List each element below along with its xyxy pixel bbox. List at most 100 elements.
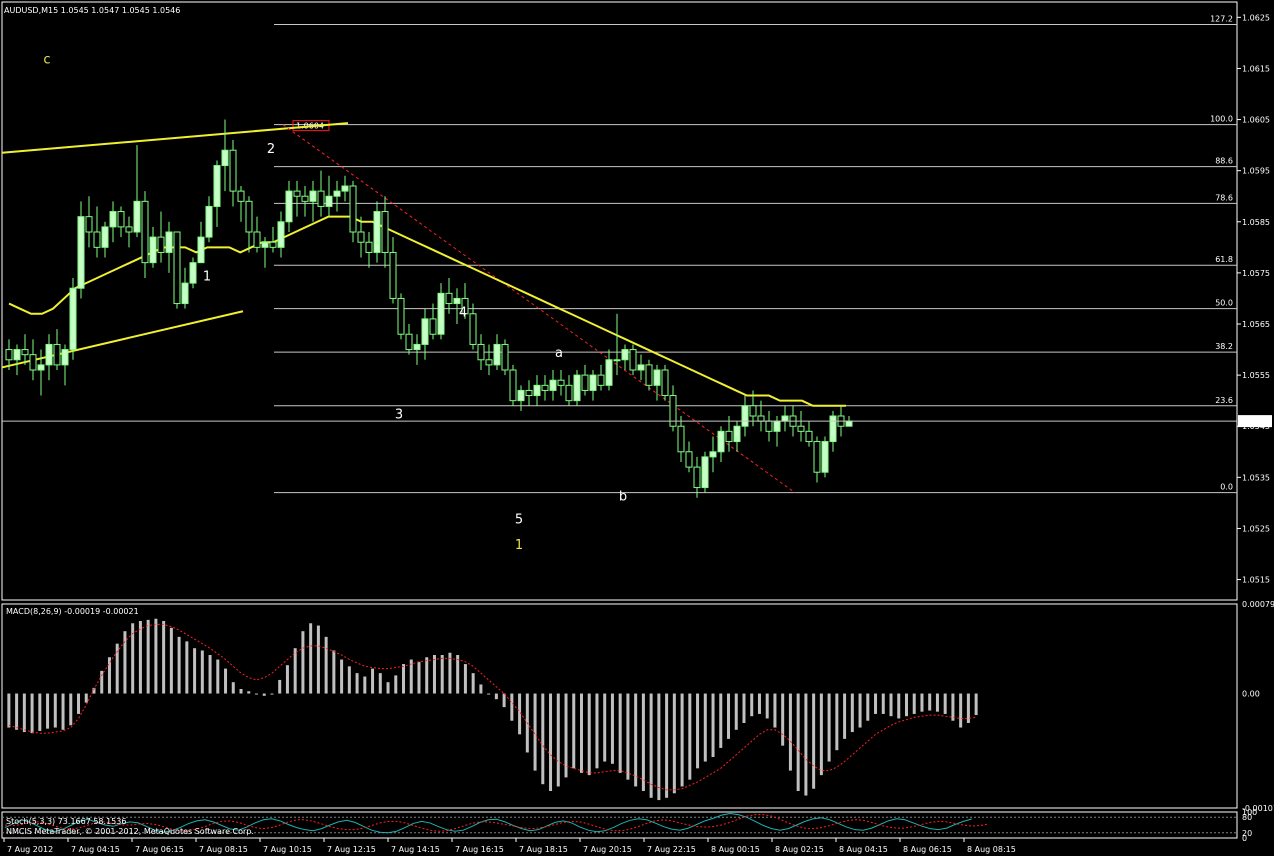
candle-body bbox=[141, 200, 149, 264]
wave-label: 1 bbox=[203, 270, 211, 285]
macd-histogram-bar bbox=[974, 693, 978, 716]
candle-body bbox=[525, 389, 533, 397]
candle-body bbox=[645, 364, 653, 386]
macd-histogram-bar bbox=[254, 693, 258, 695]
macd-histogram-bar bbox=[69, 693, 73, 726]
candle-body bbox=[85, 216, 93, 233]
candle-body bbox=[77, 216, 85, 289]
wave-label: 5 bbox=[515, 512, 523, 527]
time-tick-label: 7 Aug 20:15 bbox=[583, 845, 632, 854]
macd-histogram-bar bbox=[541, 693, 545, 785]
macd-histogram-bar bbox=[757, 693, 761, 714]
macd-histogram-bar bbox=[819, 693, 823, 776]
macd-histogram-bar bbox=[61, 693, 65, 730]
candle-body bbox=[437, 292, 445, 335]
macd-histogram-bar bbox=[920, 693, 924, 712]
candle-body bbox=[509, 369, 517, 402]
macd-histogram-bar bbox=[107, 657, 111, 694]
channel-lower-line bbox=[1, 310, 244, 369]
time-tick-label: 7 Aug 16:15 bbox=[455, 845, 504, 854]
macd-histogram-bar bbox=[262, 693, 266, 696]
macd-histogram-bar bbox=[15, 693, 19, 730]
candle-body bbox=[565, 384, 573, 402]
candle-body bbox=[157, 236, 165, 253]
candle-body bbox=[197, 236, 205, 264]
macd-histogram-bar bbox=[247, 691, 251, 694]
macd-tick-label: 0.00079 bbox=[1242, 600, 1274, 609]
wave-label: 2 bbox=[267, 142, 275, 157]
candle-body bbox=[453, 297, 461, 305]
price-tick-label: 1.0515 bbox=[1242, 576, 1270, 585]
price-tick-label: 1.0605 bbox=[1242, 116, 1270, 125]
fib-level-label: 0.0 bbox=[1220, 483, 1233, 492]
candle-body bbox=[221, 149, 229, 167]
time-tick-label: 7 Aug 14:15 bbox=[391, 845, 440, 854]
macd-histogram-bar bbox=[579, 693, 583, 773]
candle-body bbox=[245, 200, 253, 233]
macd-histogram-bar bbox=[572, 693, 576, 769]
macd-histogram-bar bbox=[502, 693, 506, 708]
candle-body bbox=[53, 343, 61, 366]
trading-chart[interactable]: 127.2 100.0 88.6 78.6 61.8 50.0 38.2 23.6 0.0 1.0… bbox=[0, 0, 1274, 856]
candle-body bbox=[397, 297, 405, 335]
macd-histogram-bar bbox=[162, 621, 166, 694]
candle-body bbox=[261, 241, 269, 248]
macd-histogram-bar bbox=[100, 670, 104, 694]
macd-histogram-bar bbox=[533, 693, 537, 771]
macd-histogram-bar bbox=[432, 655, 436, 694]
macd-histogram-bar bbox=[889, 693, 893, 717]
chart-window: 127.2 100.0 88.6 78.6 61.8 50.0 38.2 23.6 0.0 1.0… bbox=[0, 0, 1274, 856]
wave-label: 1 bbox=[515, 538, 523, 553]
candle-body bbox=[69, 287, 77, 351]
macd-histogram-bar bbox=[935, 693, 939, 712]
candle-body bbox=[429, 318, 437, 335]
candle-body bbox=[421, 318, 429, 345]
macd-histogram-bar bbox=[881, 693, 885, 714]
moving-average bbox=[8, 215, 846, 407]
macd-histogram-bar bbox=[46, 693, 50, 729]
candle-body bbox=[485, 359, 493, 366]
macd-histogram-bar bbox=[479, 684, 483, 694]
macd-histogram-bar bbox=[316, 625, 320, 694]
time-tick-label: 8 Aug 08:15 bbox=[967, 845, 1016, 854]
macd-histogram-bar bbox=[77, 693, 81, 714]
macd-histogram-bar bbox=[177, 636, 181, 694]
price-axis: 1.0625 1.0615 1.0605 1.0595 1.0585 1.0575 1.05… bbox=[1237, 13, 1270, 585]
candle-body bbox=[533, 384, 541, 397]
candle-body bbox=[749, 405, 757, 417]
macd-tick-label: 0.00 bbox=[1242, 690, 1260, 699]
macd-histogram-bar bbox=[835, 693, 839, 751]
wave-label: 3 bbox=[395, 408, 403, 423]
candle-body bbox=[677, 425, 685, 453]
candle-body bbox=[293, 190, 301, 197]
macd-histogram-bar bbox=[332, 650, 336, 694]
wave-label: b bbox=[619, 489, 627, 504]
candle-body bbox=[445, 292, 453, 305]
macd-histogram-bar bbox=[146, 619, 150, 694]
candle-body bbox=[165, 231, 173, 253]
macd-histogram-bar bbox=[773, 693, 777, 728]
candle-body bbox=[653, 369, 661, 386]
candle-body bbox=[45, 343, 53, 366]
candle-body bbox=[549, 379, 557, 391]
candle-body bbox=[621, 349, 629, 361]
macd-histogram-bar bbox=[425, 657, 429, 694]
candle-body bbox=[469, 313, 477, 345]
macd-histogram-bar bbox=[324, 636, 328, 694]
macd-histogram-bar bbox=[7, 693, 11, 728]
price-tick-label: 1.0535 bbox=[1242, 473, 1270, 482]
candle-body bbox=[741, 405, 749, 427]
macd-histogram-bar bbox=[610, 693, 614, 764]
candle-body bbox=[797, 425, 805, 432]
macd-histogram-bar bbox=[874, 693, 878, 714]
macd-histogram-bar bbox=[657, 693, 661, 801]
macd-histogram-bar bbox=[22, 693, 26, 733]
macd-histogram-bar bbox=[301, 631, 305, 694]
macd-histogram-bar bbox=[812, 693, 816, 789]
macd-histogram-bar bbox=[440, 655, 444, 694]
candle-body bbox=[845, 420, 853, 427]
macd-histogram-bar bbox=[208, 655, 212, 694]
fib-level-label: 100.0 bbox=[1210, 115, 1233, 124]
price-tick-label: 1.0575 bbox=[1242, 269, 1270, 278]
macd-histogram-bar bbox=[138, 621, 142, 694]
